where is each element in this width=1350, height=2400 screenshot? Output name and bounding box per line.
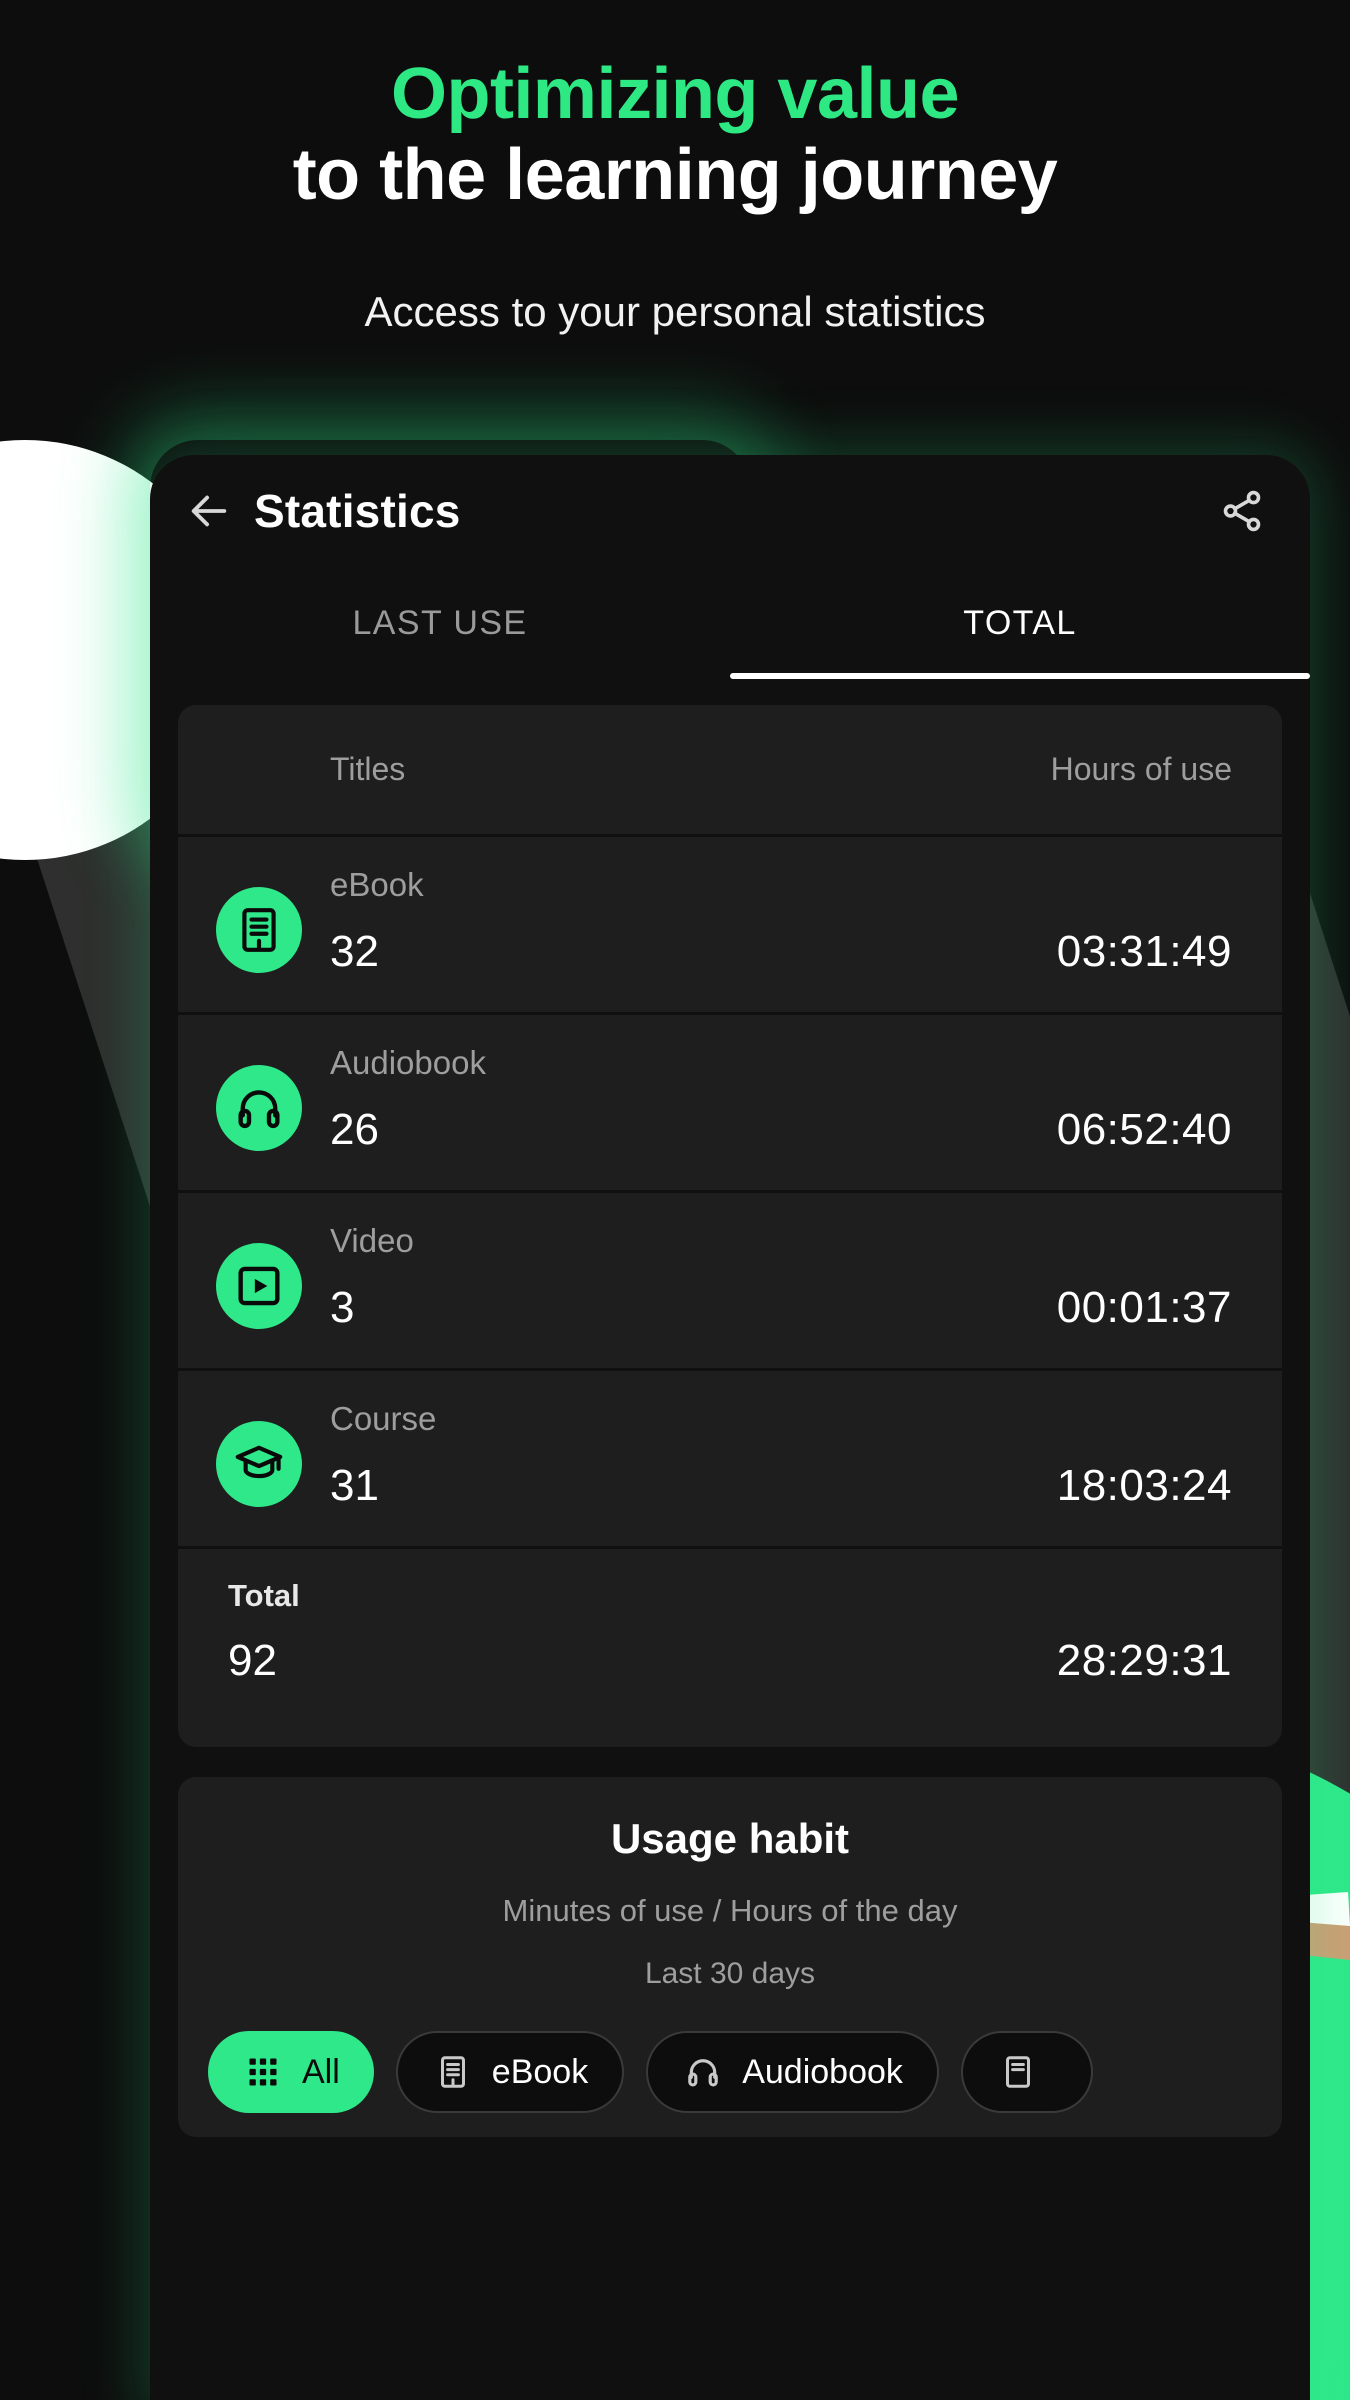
filter-chip-row[interactable]: All eBook Audiobook — [178, 1991, 1282, 2113]
tab-last-use[interactable]: LAST USE — [150, 567, 730, 679]
column-header-hours: Hours of use — [1050, 751, 1232, 787]
graduation-cap-icon-badge — [216, 1421, 302, 1507]
headphones-icon-badge — [216, 1065, 302, 1151]
row-values: 31 18:03:24 — [330, 1461, 1232, 1511]
filter-chip-partial[interactable] — [960, 2031, 1093, 2113]
share-button[interactable] — [1210, 479, 1274, 543]
headline-line-1: Optimizing value — [390, 54, 960, 134]
row-count: 3 — [330, 1282, 355, 1332]
usage-habit-title: Usage habit — [610, 1815, 850, 1862]
row-label: eBook — [330, 866, 424, 903]
phone-mockup: Statistics LAST USE TOTAL Titles Hours o… — [150, 455, 1310, 2400]
row-values: 3 00:01:37 — [330, 1283, 1232, 1333]
graduation-cap-icon — [235, 1445, 283, 1479]
total-hours: 28:29:31 — [1056, 1636, 1232, 1686]
table-row[interactable]: Course 31 18:03:24 — [178, 1371, 1282, 1549]
total-values: 92 28:29:31 — [228, 1636, 1232, 1686]
ebook-icon — [997, 2051, 1039, 2093]
table-row-total: Total 92 28:29:31 — [178, 1549, 1282, 1747]
row-count: 31 — [330, 1460, 379, 1510]
table-row[interactable]: Audiobook 26 06:52:40 — [178, 1015, 1282, 1193]
share-icon — [1223, 490, 1261, 532]
usage-habit-card: Usage habit Minutes of use / Hours of th… — [178, 1777, 1282, 2137]
grid-icon — [242, 2051, 284, 2093]
row-hours: 03:31:49 — [1056, 926, 1232, 976]
row-count: 32 — [330, 926, 379, 976]
row-label: Video — [330, 1222, 414, 1259]
ebook-icon-badge — [216, 887, 302, 973]
app-bar: Statistics — [150, 455, 1310, 567]
table-row[interactable]: Video 3 00:01:37 — [178, 1193, 1282, 1371]
filter-chip-all[interactable]: All — [208, 2031, 374, 2113]
ebook-icon — [432, 2051, 474, 2093]
statistics-card: Titles Hours of use eBook 32 03:31:49 Au… — [178, 705, 1282, 1747]
ebook-icon — [242, 908, 276, 952]
filter-chip-label: Audiobook — [742, 2052, 903, 2091]
filter-chip-label: All — [302, 2052, 340, 2091]
usage-habit-range: Last 30 days — [644, 1957, 816, 1990]
promo-screen: Optimizing value to the learning journey… — [0, 0, 1350, 2400]
filter-chip-label: eBook — [491, 2052, 589, 2091]
promo-subheadline: Access to your personal statistics — [364, 288, 986, 335]
row-values: 32 03:31:49 — [330, 927, 1232, 977]
tab-bar: LAST USE TOTAL — [150, 567, 1310, 679]
row-hours: 06:52:40 — [1056, 1104, 1232, 1154]
filter-chip-ebook[interactable]: eBook — [395, 2031, 625, 2113]
column-header-titles: Titles — [330, 751, 406, 787]
row-hours: 18:03:24 — [1056, 1460, 1232, 1510]
row-label: Audiobook — [330, 1044, 486, 1081]
filter-chip-audiobook[interactable]: Audiobook — [646, 2031, 939, 2113]
promo-headline: Optimizing value to the learning journey — [0, 54, 1350, 215]
arrow-left-icon — [191, 495, 227, 527]
total-label: Total — [228, 1578, 300, 1613]
row-label: Course — [330, 1400, 437, 1437]
headphones-icon — [682, 2051, 724, 2093]
headphones-icon — [238, 1090, 280, 1129]
video-icon-badge — [216, 1243, 302, 1329]
total-count: 92 — [228, 1636, 277, 1686]
row-count: 26 — [330, 1104, 379, 1154]
usage-habit-subtitle: Minutes of use / Hours of the day — [502, 1893, 958, 1928]
headline-line-2: to the learning journey — [292, 134, 1058, 215]
video-icon — [238, 1266, 280, 1306]
page-title: Statistics — [254, 485, 461, 537]
table-header-row: Titles Hours of use — [178, 705, 1282, 837]
row-hours: 00:01:37 — [1056, 1282, 1232, 1332]
row-values: 26 06:52:40 — [330, 1105, 1232, 1155]
table-row[interactable]: eBook 32 03:31:49 — [178, 837, 1282, 1015]
back-button[interactable] — [176, 478, 242, 544]
tab-total[interactable]: TOTAL — [730, 567, 1310, 679]
